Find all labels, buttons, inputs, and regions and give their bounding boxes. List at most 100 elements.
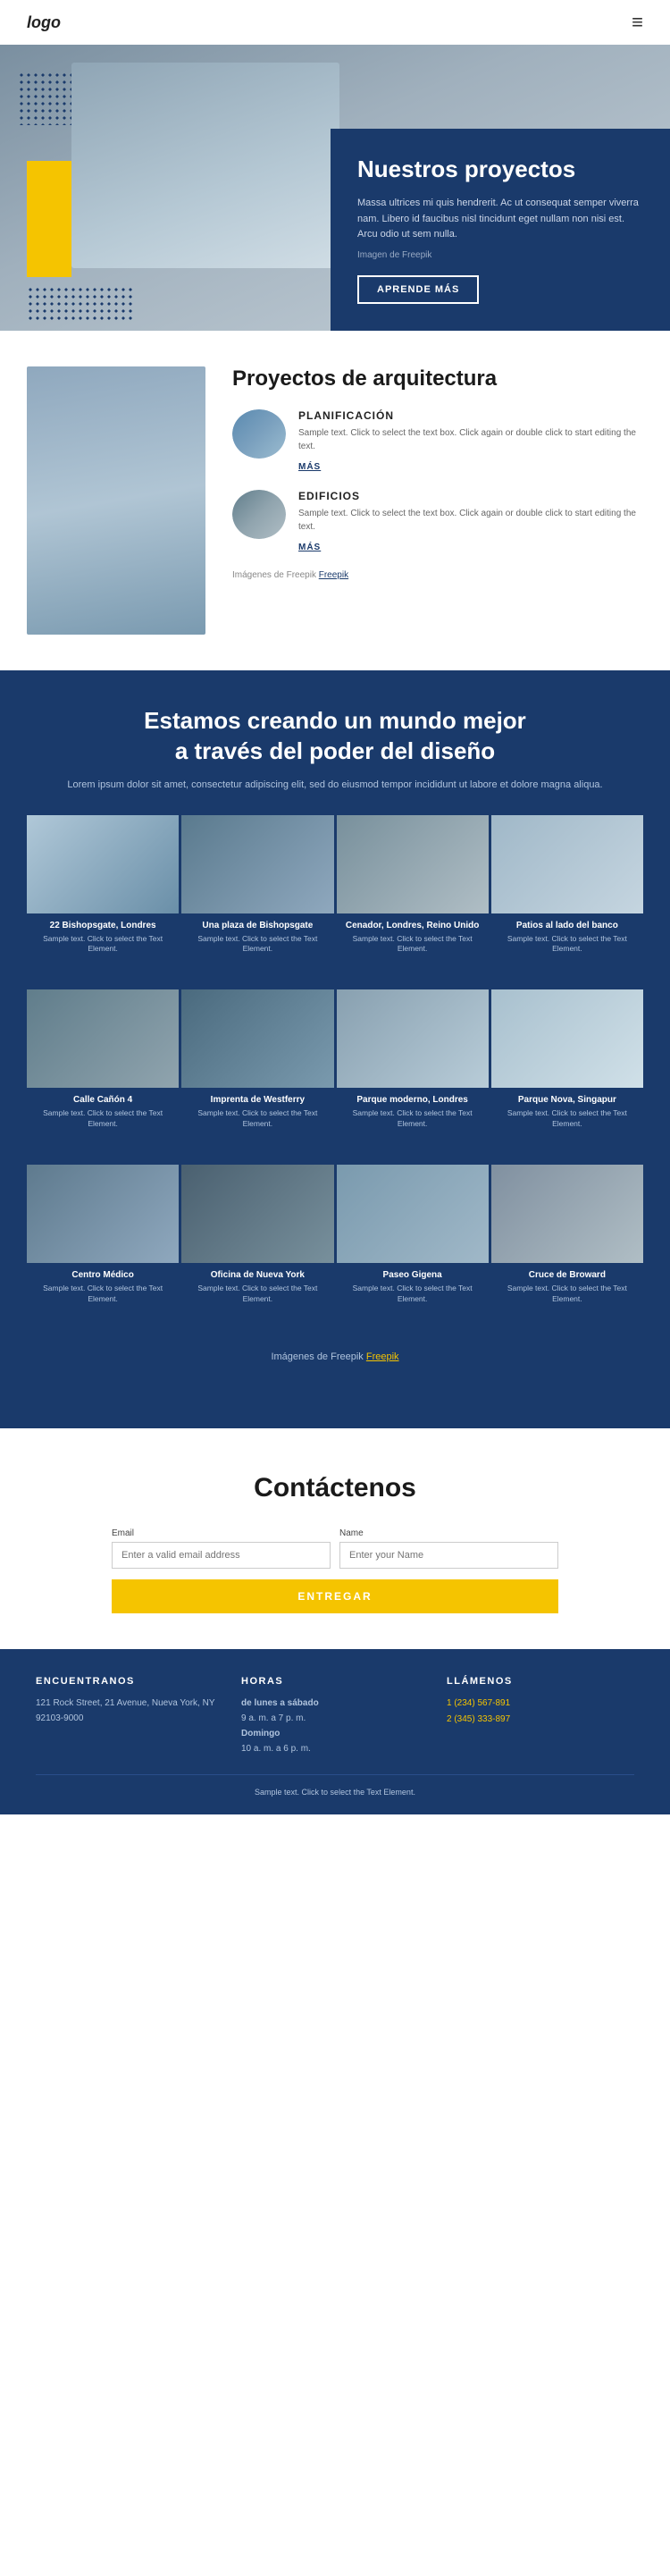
arch-more-buildings[interactable]: MÁS (298, 543, 321, 552)
arch-freepik-link[interactable]: Freepik (319, 570, 348, 580)
projects-grid: 22 Bishopsgate, Londres Sample text. Clic… (27, 815, 643, 1337)
submit-button[interactable]: ENTREGAR (112, 1579, 558, 1613)
arch-left (27, 366, 205, 635)
project-name: Imprenta de Westferry (188, 1095, 326, 1105)
project-name: Parque moderno, Londres (344, 1095, 482, 1105)
arch-right: Proyectos de arquitectura PLANIFICACIÓN … (232, 366, 643, 580)
project-image (181, 1165, 333, 1263)
contact-title: Contáctenos (54, 1473, 616, 1503)
project-info: Centro MédicoSample text. Click to selec… (27, 1263, 179, 1337)
hero-card: Nuestros proyectos Massa ultrices mi qui… (331, 129, 670, 331)
design-section: Estamos creando un mundo mejora través d… (0, 670, 670, 1428)
learn-more-button[interactable]: APRENDE MÁS (357, 275, 479, 304)
project-name: Calle Cañón 4 (34, 1095, 172, 1105)
phone1-link[interactable]: 1 (234) 567-891 (447, 1696, 634, 1712)
project-image (181, 989, 333, 1088)
arch-item-buildings: EDIFICIOS Sample text. Click to select t… (232, 490, 643, 554)
project-name: Cenador, Londres, Reino Unido (344, 921, 482, 930)
project-info: Imprenta de Westferry Sample text. Click … (181, 1088, 333, 1162)
project-info: 22 Bishopsgate, Londres Sample text. Clic… (27, 913, 179, 988)
call-heading: LLÁMENOS (447, 1676, 634, 1687)
project-image (491, 815, 643, 913)
email-field-container: Email (112, 1528, 331, 1569)
arch-desc-buildings: Sample text. Click to select the text bo… (298, 507, 643, 534)
hero-section: Nuestros proyectos Massa ultrices mi qui… (0, 45, 670, 331)
footer-hours: HORAS de lunes a sábado 9 a. m. a 7 p. m… (241, 1676, 429, 1756)
arch-content-buildings: EDIFICIOS Sample text. Click to select t… (298, 490, 643, 554)
contact-form: Email Name ENTREGAR (112, 1528, 558, 1613)
project-description: Sample text. Click to select the Text El… (188, 934, 326, 955)
project-card: Paseo GigenaSample text. Click to select… (337, 1165, 489, 1337)
project-info: Parque Nova, SingapurSample text. Click … (491, 1088, 643, 1162)
arch-thumb-buildings (232, 490, 286, 539)
footer-call-us: LLÁMENOS 1 (234) 567-891 2 (345) 333-897 (447, 1676, 634, 1756)
arch-heading-buildings: EDIFICIOS (298, 490, 643, 502)
dot-grid-top (18, 72, 71, 125)
project-card: Una plaza de Bishopsgate Sample text. Cli… (181, 815, 333, 988)
logo: logo (27, 13, 61, 32)
project-name: Cruce de Broward (498, 1270, 636, 1280)
name-input[interactable] (339, 1542, 558, 1569)
project-description: Sample text. Click to select the Text El… (34, 1108, 172, 1130)
hero-image-credit: Imagen de Freepik (357, 248, 643, 263)
project-card: Patios al lado del bancoSample text. Cli… (491, 815, 643, 988)
footer-grid: ENCUENTRANOS 121 Rock Street, 21 Avenue,… (36, 1676, 634, 1756)
arch-content-planning: PLANIFICACIÓN Sample text. Click to sele… (298, 409, 643, 474)
project-description: Sample text. Click to select the Text El… (34, 934, 172, 955)
project-image (491, 1165, 643, 1263)
project-description: Sample text. Click to select the Text El… (498, 934, 636, 955)
hero-description: Massa ultrices mi quis hendrerit. Ac ut … (357, 196, 643, 243)
design-title: Estamos creando un mundo mejora través d… (27, 706, 643, 767)
project-name: 22 Bishopsgate, Londres (34, 921, 172, 930)
project-info: Parque moderno, Londres Sample text. Clic… (337, 1088, 489, 1162)
project-description: Sample text. Click to select the Text El… (344, 1108, 482, 1130)
freepik-link[interactable]: Freepik (366, 1351, 399, 1362)
hero-team-photo (71, 63, 339, 268)
phone2-link[interactable]: 2 (345) 333-897 (447, 1712, 634, 1728)
email-input[interactable] (112, 1542, 331, 1569)
project-info: Patios al lado del bancoSample text. Cli… (491, 913, 643, 988)
project-description: Sample text. Click to select the Text El… (344, 934, 482, 955)
contact-section: Contáctenos Email Name ENTREGAR (0, 1428, 670, 1649)
project-description: Sample text. Click to select the Text El… (188, 1108, 326, 1130)
find-us-heading: ENCUENTRANOS (36, 1676, 223, 1687)
footer: ENCUENTRANOS 121 Rock Street, 21 Avenue,… (0, 1649, 670, 1814)
arch-desc-planning: Sample text. Click to select the text bo… (298, 426, 643, 453)
hours-sunday: Domingo 10 a. m. a 6 p. m. (241, 1726, 429, 1756)
project-name: Centro Médico (34, 1270, 172, 1280)
project-info: Calle Cañón 4 Sample text. Click to selec… (27, 1088, 179, 1162)
arch-more-planning[interactable]: MÁS (298, 462, 321, 472)
project-image (337, 1165, 489, 1263)
footer-bottom: Sample text. Click to select the Text El… (36, 1774, 634, 1797)
project-name: Una plaza de Bishopsgate (188, 921, 326, 930)
project-card: Cruce de Broward Sample text. Click to se… (491, 1165, 643, 1337)
yellow-accent (27, 161, 71, 277)
arch-main-image (27, 366, 205, 635)
project-card: Centro MédicoSample text. Click to selec… (27, 1165, 179, 1337)
project-image (491, 989, 643, 1088)
project-description: Sample text. Click to select the Text El… (498, 1284, 636, 1305)
grid-image-credit: Imágenes de Freepik Freepik (27, 1351, 643, 1368)
arch-thumb-planning (232, 409, 286, 459)
name-field-container: Name (339, 1528, 558, 1569)
hero-title: Nuestros proyectos (357, 156, 643, 183)
header: logo ≡ (0, 0, 670, 45)
project-description: Sample text. Click to select the Text El… (344, 1284, 482, 1305)
contact-row-1: Email Name (112, 1528, 558, 1569)
project-image (337, 815, 489, 913)
footer-find-us: ENCUENTRANOS 121 Rock Street, 21 Avenue,… (36, 1676, 223, 1756)
project-info: Cenador, Londres, Reino Unido Sample text… (337, 913, 489, 988)
design-subtitle: Lorem ipsum dolor sit amet, consectetur … (27, 779, 643, 790)
project-image (181, 815, 333, 913)
arch-item-planning: PLANIFICACIÓN Sample text. Click to sele… (232, 409, 643, 474)
hamburger-icon[interactable]: ≡ (632, 11, 643, 34)
footer-bottom-text: Sample text. Click to select the Text El… (36, 1788, 634, 1797)
project-description: Sample text. Click to select the Text El… (498, 1108, 636, 1130)
architecture-section: Proyectos de arquitectura PLANIFICACIÓN … (0, 331, 670, 670)
arch-heading-planning: PLANIFICACIÓN (298, 409, 643, 422)
project-card: Cenador, Londres, Reino Unido Sample text… (337, 815, 489, 988)
project-info: Cruce de Broward Sample text. Click to se… (491, 1263, 643, 1337)
find-us-address: 121 Rock Street, 21 Avenue, Nueva York, … (36, 1696, 223, 1726)
dot-grid-bottom (27, 286, 134, 322)
project-name: Oficina de Nueva York (188, 1270, 326, 1280)
